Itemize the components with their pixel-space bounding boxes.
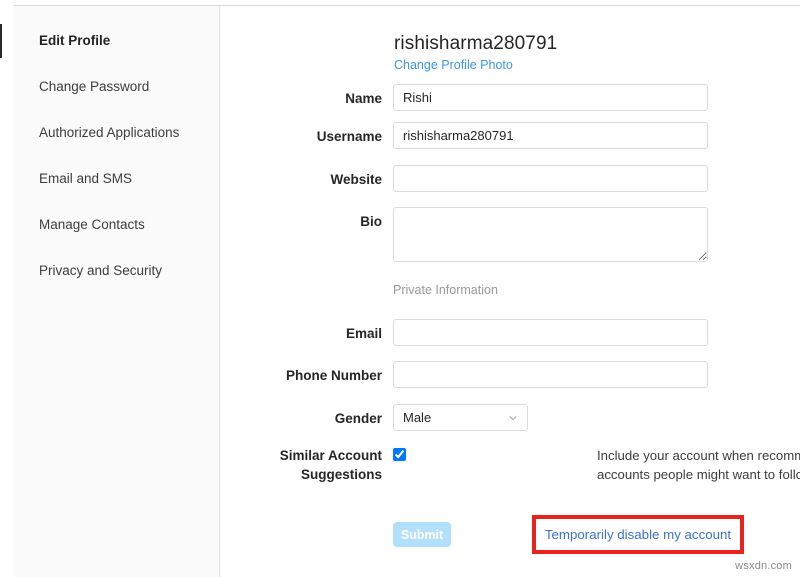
- sidebar-item-label: Privacy and Security: [39, 263, 162, 278]
- form-row-username: Username: [220, 122, 800, 165]
- sidebar-item-label: Edit Profile: [39, 33, 110, 48]
- website-label: Website: [220, 171, 382, 188]
- sidebar-item-authorized-applications[interactable]: Authorized Applications: [13, 110, 220, 156]
- bio-textarea[interactable]: [393, 207, 708, 262]
- name-label: Name: [220, 90, 382, 107]
- sidebar-nav-list: Edit Profile Change Password Authorized …: [13, 18, 220, 294]
- form-row-phone: Phone Number: [220, 361, 800, 404]
- form-row-name: Name: [220, 84, 800, 122]
- edit-profile-form: Name Username Website B: [220, 84, 800, 562]
- active-indicator-bar: [0, 24, 2, 58]
- website-input[interactable]: [393, 165, 708, 192]
- form-row-gender: Gender Male Female Prefer not to say: [220, 404, 800, 446]
- sidebar-item-label: Email and SMS: [39, 171, 132, 186]
- private-information-note: Private Information: [393, 283, 498, 297]
- sidebar-item-label: Authorized Applications: [39, 125, 179, 140]
- similar-account-suggestions-label: Similar Account Suggestions: [220, 446, 382, 484]
- profile-username: rishisharma280791: [394, 32, 724, 56]
- sidebar-item-label: Change Password: [39, 79, 149, 94]
- gender-label: Gender: [220, 410, 382, 427]
- gender-select[interactable]: Male Female Prefer not to say: [393, 404, 528, 431]
- form-row-website: Website: [220, 165, 800, 207]
- settings-sidebar: Edit Profile Change Password Authorized …: [13, 6, 220, 577]
- form-row-actions: Submit Temporarily disable my account: [220, 508, 800, 562]
- profile-header: rishisharma280791 Change Profile Photo: [394, 32, 724, 72]
- similar-accounts-checkbox[interactable]: [393, 448, 406, 461]
- disable-account-highlight-box: Temporarily disable my account: [532, 515, 744, 554]
- sidebar-item-privacy-and-security[interactable]: Privacy and Security: [13, 248, 220, 294]
- change-profile-photo-link[interactable]: Change Profile Photo: [394, 58, 513, 72]
- similar-accounts-description-wrap: Include your account when recommending s…: [597, 446, 800, 484]
- email-input[interactable]: [393, 319, 708, 346]
- settings-page: Edit Profile Change Password Authorized …: [0, 0, 800, 577]
- form-row-bio: Bio: [220, 207, 800, 277]
- username-input[interactable]: [393, 122, 708, 149]
- phone-number-input[interactable]: [393, 361, 708, 388]
- name-input[interactable]: [393, 84, 708, 111]
- edit-profile-content: rishisharma280791 Change Profile Photo N…: [220, 6, 800, 577]
- similar-accounts-description: Include your account when recommending s…: [597, 448, 800, 482]
- bio-label: Bio: [220, 213, 382, 230]
- sidebar-item-manage-contacts[interactable]: Manage Contacts: [13, 202, 220, 248]
- sidebar-item-change-password[interactable]: Change Password: [13, 64, 220, 110]
- watermark-text: wsxdn.com: [735, 560, 792, 572]
- temporarily-disable-account-link[interactable]: Temporarily disable my account: [536, 519, 740, 550]
- sidebar-item-edit-profile[interactable]: Edit Profile: [13, 18, 220, 64]
- username-label: Username: [220, 128, 382, 145]
- form-row-email: Email: [220, 319, 800, 361]
- sidebar-item-email-and-sms[interactable]: Email and SMS: [13, 156, 220, 202]
- phone-number-label: Phone Number: [220, 367, 382, 384]
- sidebar-item-label: Manage Contacts: [39, 217, 145, 232]
- form-row-private-note: Private Information: [220, 277, 800, 319]
- submit-button[interactable]: Submit: [393, 522, 451, 547]
- email-label: Email: [220, 325, 382, 342]
- form-row-similar-accounts: Similar Account Suggestions Include your…: [220, 446, 800, 508]
